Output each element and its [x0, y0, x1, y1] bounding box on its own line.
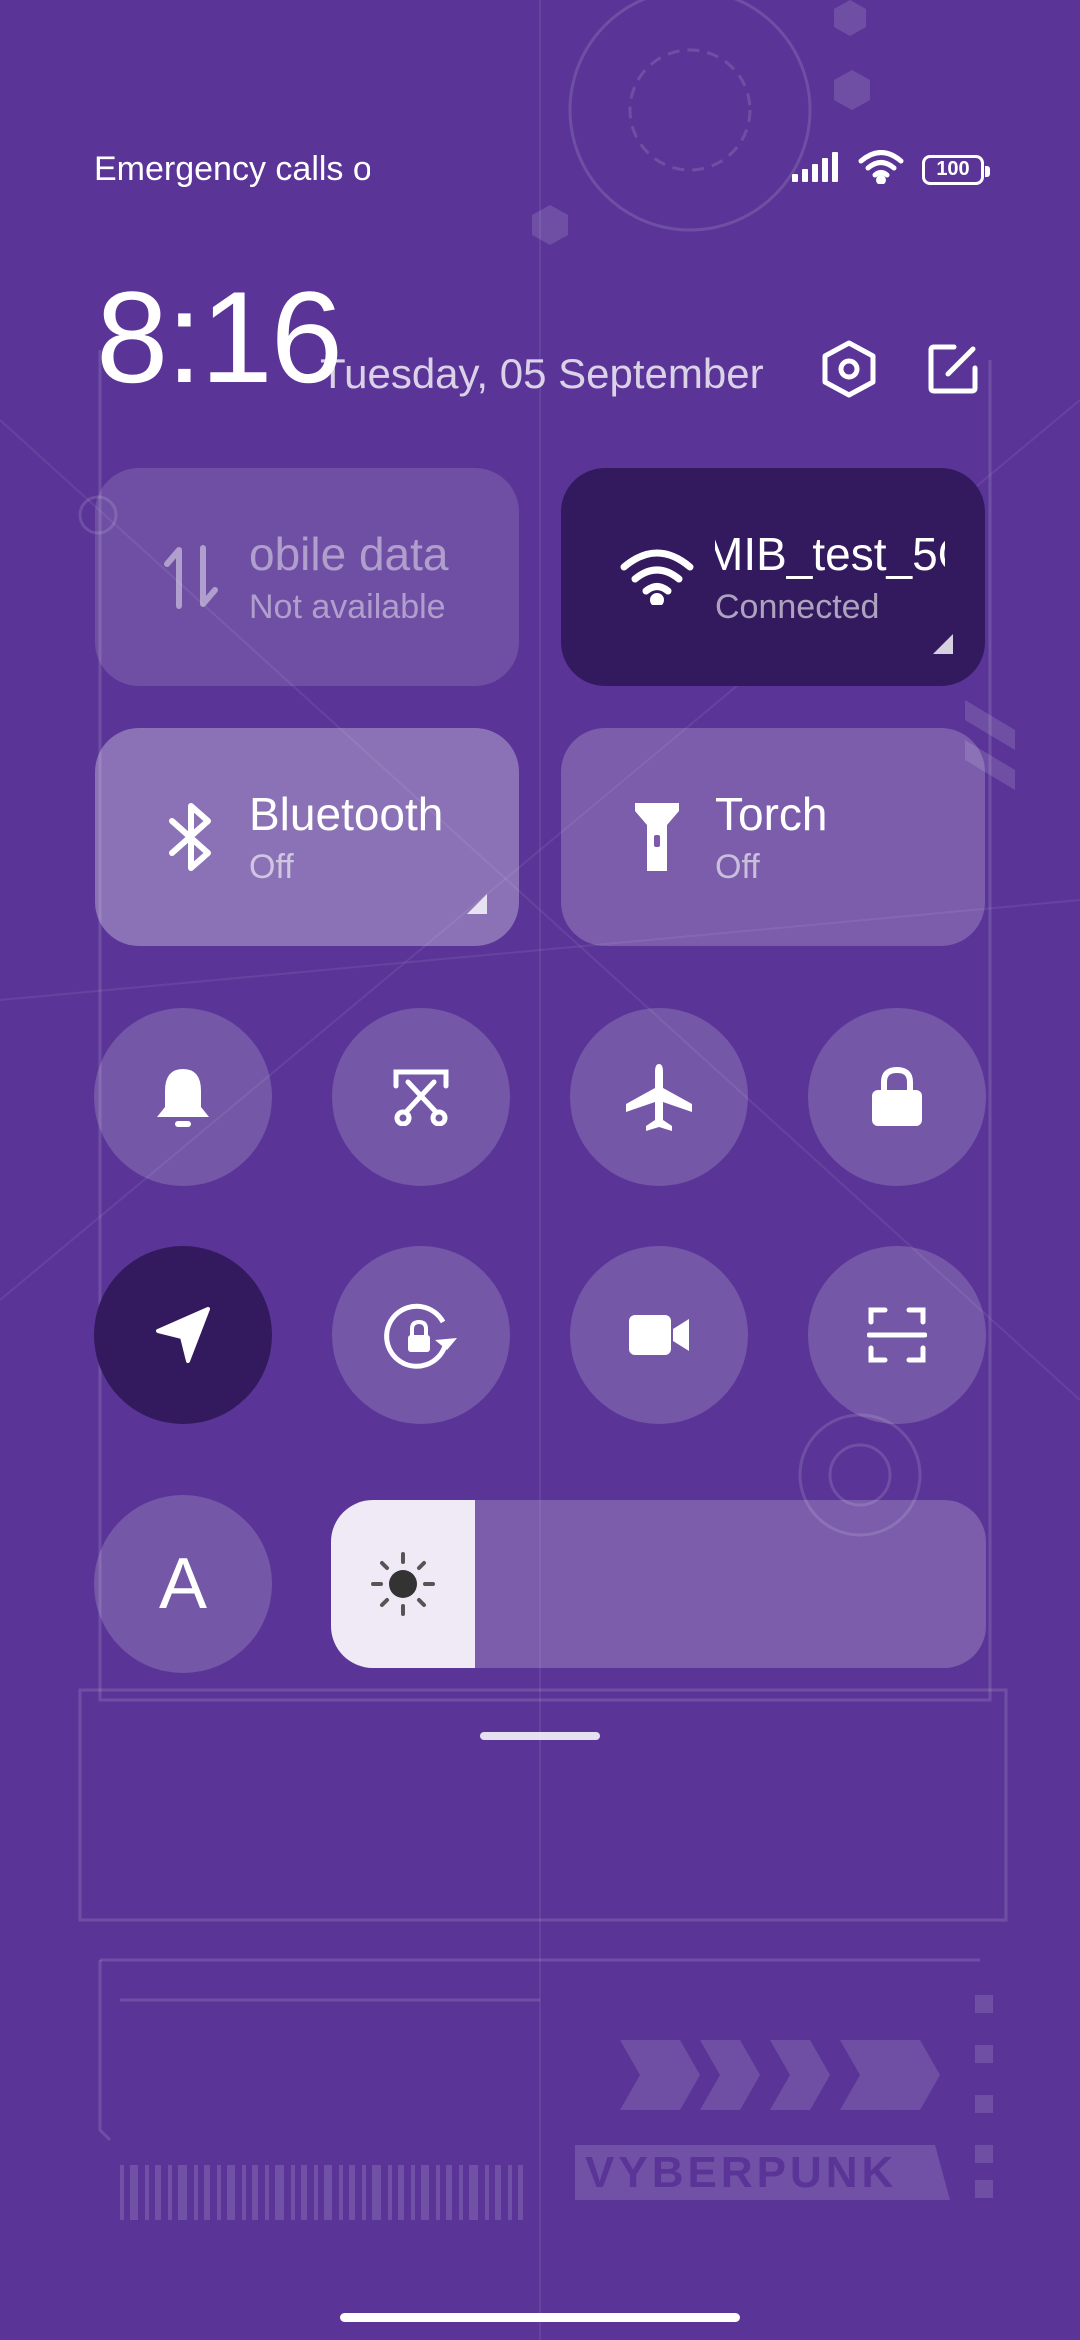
screenshot-toggle[interactable] [332, 1008, 510, 1186]
torch-icon [611, 801, 703, 873]
edit-icon [928, 344, 978, 394]
video-camera-icon [629, 1315, 689, 1355]
wifi-tile[interactable]: MIB_test_5G Connected [561, 468, 985, 686]
panel-drag-handle[interactable] [480, 1732, 600, 1740]
screen-recorder-toggle[interactable] [570, 1246, 748, 1424]
bluetooth-icon [145, 802, 237, 872]
brightness-slider-fill [331, 1500, 476, 1668]
brightness-slider[interactable] [331, 1500, 986, 1668]
torch-tile[interactable]: Torch Off [561, 728, 985, 946]
bluetooth-expand-indicator [467, 894, 487, 914]
carrier-status-text: Emergency calls o [94, 150, 370, 188]
battery-level: 100 [936, 158, 970, 180]
font-size-label: A [158, 1544, 208, 1624]
ring-mode-toggle[interactable] [94, 1008, 272, 1186]
airplane-mode-toggle[interactable] [570, 1008, 748, 1186]
mobile-data-tile[interactable]: obile data Not available [95, 468, 519, 686]
mobile-data-status: Not available [249, 588, 446, 627]
bluetooth-label: Bluetooth [249, 787, 444, 840]
settings-button[interactable] [818, 338, 880, 400]
location-toggle[interactable] [94, 1246, 272, 1424]
wifi-icon [611, 549, 703, 605]
home-gesture-bar[interactable] [340, 2313, 740, 2322]
torch-status: Off [715, 848, 760, 887]
scanner-toggle[interactable] [808, 1246, 986, 1424]
wifi-network-name: MIB_test_5G [715, 527, 945, 580]
wallpaper-text: VYBERPUNK [585, 2148, 897, 2197]
scan-icon [867, 1307, 927, 1363]
edit-button[interactable] [922, 338, 984, 400]
scissors-icon [393, 1069, 449, 1126]
torch-label: Torch [715, 787, 828, 840]
wifi-status: Connected [715, 588, 880, 627]
airplane-icon [626, 1064, 692, 1131]
wifi-expand-indicator [933, 634, 953, 654]
rotation-lock-toggle[interactable] [332, 1246, 510, 1424]
wifi-status-icon [858, 150, 904, 189]
mobile-data-label: obile data [249, 527, 449, 580]
mobile-data-icon [145, 544, 237, 610]
date: Tuesday, 05 September [320, 350, 764, 397]
status-icons: 100 [792, 150, 990, 189]
battery-icon: 100 [922, 154, 990, 185]
bell-icon [157, 1069, 209, 1127]
settings-icon [822, 340, 876, 398]
bluetooth-tile[interactable]: Bluetooth Off [95, 728, 519, 946]
lock-screen-toggle[interactable] [808, 1008, 986, 1186]
lock-icon [872, 1066, 922, 1126]
location-arrow-icon [156, 1307, 210, 1363]
brightness-icon [371, 1552, 436, 1616]
bluetooth-status: Off [249, 848, 294, 887]
rotation-lock-icon [384, 1303, 457, 1369]
font-size-button[interactable]: A [94, 1495, 272, 1673]
clock: 8:16 [96, 264, 343, 410]
signal-icon [792, 152, 840, 187]
